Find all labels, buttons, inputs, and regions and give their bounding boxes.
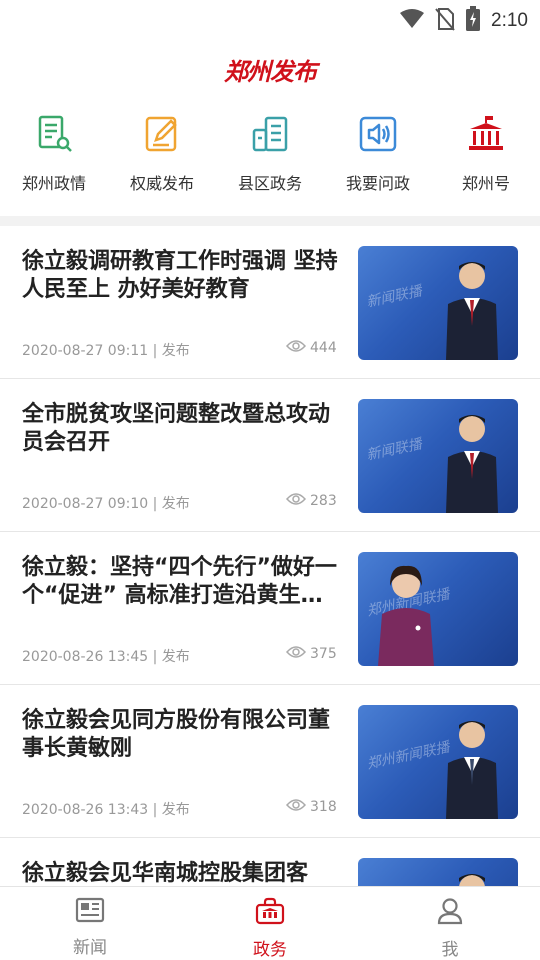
news-source: 发布: [161, 649, 190, 665]
news-thumbnail[interactable]: 郑州新闻联播: [358, 552, 518, 666]
eye-icon: [285, 492, 307, 510]
news-item[interactable]: 徐立毅：坚持“四个先行”做好一个“促进” 高标准打造沿黄生态保护示范区 2020…: [0, 532, 540, 685]
status-icons: 2:10: [399, 6, 528, 36]
news-item[interactable]: 徐立毅会见同方股份有限公司董事长黄敏刚 2020-08-26 13:43 | 发…: [0, 685, 540, 838]
thumbnail-caption: 新闻联播: [365, 283, 424, 311]
news-meta: 2020-08-27 09:10 | 发布: [22, 496, 190, 512]
nav-label: 权威发布: [129, 174, 194, 193]
view-count: 375: [310, 646, 337, 662]
thumbnail-caption: 新闻联播: [365, 436, 424, 464]
no-sim-icon: [435, 7, 455, 35]
news-title[interactable]: 徐立毅会见华南城控股集团客: [22, 860, 338, 886]
tab-label: 我: [441, 940, 459, 960]
news-anchor-image: [446, 415, 498, 513]
government-bag-icon: [255, 897, 285, 929]
nav-label: 郑州政情: [21, 174, 86, 193]
news-thumbnail[interactable]: [358, 858, 518, 886]
bottom-tab-bar: 新闻 政务 我: [0, 886, 540, 960]
tab-news[interactable]: 新闻: [0, 887, 180, 960]
news-anchor-image: [446, 262, 498, 360]
news-anchor-image: [459, 874, 485, 886]
news-title[interactable]: 徐立毅调研教育工作时强调 坚持人民至上 办好美好教育: [22, 248, 338, 304]
edit-note-icon: [140, 112, 184, 156]
view-count: 444: [310, 340, 337, 356]
battery-charging-icon: [465, 6, 481, 36]
nav-label: 郑州号: [461, 174, 510, 193]
news-meta: 2020-08-27 09:11 | 发布: [22, 343, 190, 359]
government-building-icon: [464, 112, 508, 156]
news-date: 2020-08-27 09:11: [22, 343, 149, 359]
nav-label: 县区政务: [237, 174, 302, 193]
wifi-icon: [399, 8, 425, 34]
view-count: 318: [310, 799, 337, 815]
news-views: 283: [285, 492, 337, 510]
buildings-icon: [248, 112, 292, 156]
tab-label: 新闻: [73, 938, 107, 958]
nav-label: 我要问政: [345, 174, 410, 193]
tab-me[interactable]: 我: [360, 887, 540, 960]
news-source: 发布: [161, 343, 190, 359]
news-item[interactable]: 徐立毅会见华南城控股集团客: [0, 838, 540, 886]
news-source: 发布: [161, 496, 190, 512]
news-views: 375: [285, 645, 337, 663]
news-source: 发布: [161, 802, 190, 818]
nav-item-wenzheng[interactable]: 我要问政: [324, 112, 432, 212]
header: 郑州发布: [0, 36, 540, 102]
eye-icon: [285, 798, 307, 816]
eye-icon: [285, 339, 307, 357]
tab-label: 政务: [253, 940, 287, 960]
news-date: 2020-08-26 13:45: [22, 649, 149, 665]
nav-item-zhengzhouhao[interactable]: 郑州号: [432, 112, 540, 212]
view-count: 283: [310, 493, 337, 509]
news-thumbnail[interactable]: 新闻联播: [358, 246, 518, 360]
tab-government[interactable]: 政务: [180, 887, 360, 960]
quick-nav: 郑州政情 权威发布 县区政务 我要问政 郑州号: [0, 112, 540, 212]
news-views: 318: [285, 798, 337, 816]
document-pen-icon: [32, 112, 76, 156]
news-meta: 2020-08-26 13:43 | 发布: [22, 802, 190, 818]
news-views: 444: [285, 339, 337, 357]
news-title[interactable]: 徐立毅：坚持“四个先行”做好一个“促进” 高标准打造沿黄生态保护示范区: [22, 554, 338, 610]
news-date: 2020-08-26 13:43: [22, 802, 149, 818]
nav-item-quanwei[interactable]: 权威发布: [108, 112, 216, 212]
news-title[interactable]: 徐立毅会见同方股份有限公司董事长黄敏刚: [22, 707, 338, 763]
news-anchor-image: [446, 721, 498, 819]
nav-item-zhengqing[interactable]: 郑州政情: [0, 112, 108, 212]
app-logo: 郑州发布: [224, 56, 317, 86]
news-meta: 2020-08-26 13:45 | 发布: [22, 649, 190, 665]
news-thumbnail[interactable]: 郑州新闻联播: [358, 705, 518, 819]
newspaper-icon: [75, 897, 105, 927]
news-title[interactable]: 全市脱贫攻坚问题整改暨总攻动员会召开: [22, 401, 338, 457]
news-anchor-image: [378, 565, 434, 666]
eye-icon: [285, 645, 307, 663]
thumbnail-caption: 郑州新闻联播: [365, 739, 451, 773]
news-item[interactable]: 徐立毅调研教育工作时强调 坚持人民至上 办好美好教育 2020-08-27 09…: [0, 226, 540, 379]
section-divider: [0, 216, 540, 226]
status-time: 2:10: [491, 10, 528, 31]
news-list[interactable]: 徐立毅调研教育工作时强调 坚持人民至上 办好美好教育 2020-08-27 09…: [0, 226, 540, 886]
news-thumbnail[interactable]: 新闻联播: [358, 399, 518, 513]
speaker-icon: [356, 112, 400, 156]
news-date: 2020-08-27 09:10: [22, 496, 149, 512]
status-bar: 2:10: [0, 0, 540, 36]
news-item[interactable]: 全市脱贫攻坚问题整改暨总攻动员会召开 2020-08-27 09:10 | 发布…: [0, 379, 540, 532]
user-icon: [436, 897, 464, 929]
nav-item-xianqu[interactable]: 县区政务: [216, 112, 324, 212]
